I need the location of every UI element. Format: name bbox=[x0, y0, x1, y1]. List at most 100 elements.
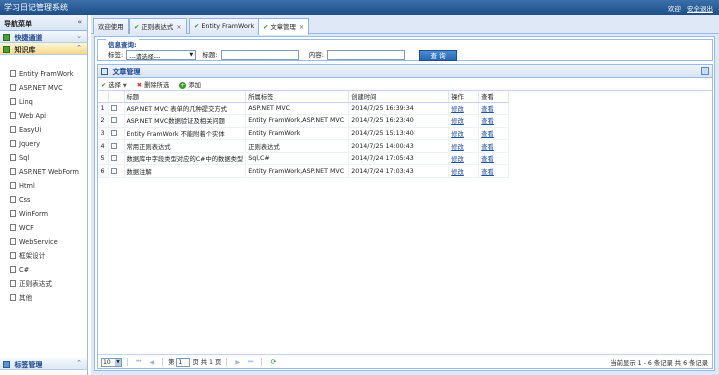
close-icon[interactable]: × bbox=[299, 23, 304, 31]
view-link[interactable]: 查看 bbox=[481, 156, 494, 163]
table-row[interactable]: 3 Entity FramWork 不能附着个实体 Entity FramWor… bbox=[98, 127, 510, 141]
edit-link[interactable]: 修改 bbox=[451, 118, 464, 125]
category-item[interactable]: WinForm bbox=[10, 207, 87, 221]
refresh-icon[interactable]: ⟳ bbox=[270, 358, 276, 366]
edit-link[interactable]: 修改 bbox=[451, 131, 464, 138]
view-cell: 查看 bbox=[478, 102, 510, 116]
category-label: Web Api bbox=[19, 112, 46, 120]
document-icon bbox=[10, 98, 16, 105]
table-row[interactable]: 1 ASP.NET MVC 表单的几种提交方式 ASP.NET MVC 2014… bbox=[98, 102, 510, 116]
collapse-sidebar-icon[interactable]: « bbox=[77, 18, 82, 26]
tab-entity-framwork[interactable]: ✔Entity FramWork× bbox=[189, 18, 268, 34]
header-user-area: 欢迎 安全退出 bbox=[664, 3, 713, 13]
row-checkbox[interactable] bbox=[110, 129, 117, 136]
maximize-icon[interactable] bbox=[701, 67, 709, 75]
welcome-text: 欢迎 bbox=[667, 5, 681, 13]
logout-link[interactable]: 安全退出 bbox=[687, 5, 713, 13]
panel-tag-management[interactable]: 标签管理 ⌃ bbox=[0, 358, 87, 370]
category-item[interactable]: WebService bbox=[10, 235, 87, 249]
category-item[interactable]: Jquery bbox=[10, 137, 87, 151]
checkbox-header bbox=[108, 91, 125, 103]
row-checkbox[interactable] bbox=[110, 167, 117, 174]
tab-article-management[interactable]: ✔ 文章管理 × bbox=[258, 18, 310, 35]
article-table: 标题 所属标签 创建时间 操作 查看 1 ASP.NET MVC 表单的几种提交… bbox=[98, 91, 510, 179]
title-input[interactable] bbox=[220, 50, 299, 60]
category-item[interactable]: ASP.NET WebForm bbox=[10, 165, 87, 179]
row-number: 5 bbox=[98, 152, 109, 166]
content-input[interactable] bbox=[327, 50, 405, 60]
tag-select[interactable]: ---请选择--- ▼ bbox=[126, 50, 197, 61]
add-button[interactable]: + 添加 bbox=[179, 80, 201, 89]
article-grid-panel: 文章管理 ✔ 选择 ▼ ✖ 删除所选 + 添加 标题 所属标签 创建时间 操作 … bbox=[97, 64, 713, 369]
row-checkbox[interactable] bbox=[110, 117, 117, 124]
row-checkbox[interactable] bbox=[110, 142, 117, 149]
next-page-icon[interactable]: ▶ bbox=[235, 359, 240, 366]
delete-icon: ✖ bbox=[136, 82, 143, 89]
column-header[interactable]: 标题 bbox=[124, 91, 247, 103]
last-page-icon[interactable]: ⏭ bbox=[248, 358, 253, 366]
close-icon[interactable]: × bbox=[176, 23, 181, 31]
tab-welcome[interactable]: 欢迎使用 bbox=[93, 18, 129, 34]
edit-link[interactable]: 修改 bbox=[451, 156, 464, 163]
query-row: 标签: ---请选择--- ▼ 标题: 内容: 查 询 bbox=[108, 49, 458, 61]
edit-link[interactable]: 修改 bbox=[451, 106, 464, 113]
action-cell: 修改 bbox=[448, 114, 480, 128]
view-link[interactable]: 查看 bbox=[481, 144, 494, 151]
category-label: Sql bbox=[19, 154, 30, 162]
edit-link[interactable]: 修改 bbox=[451, 144, 464, 151]
category-item[interactable]: 其他 bbox=[10, 291, 87, 305]
tab-regex[interactable]: ✔ 正则表达式 × bbox=[129, 18, 187, 34]
category-item[interactable]: C# bbox=[10, 263, 87, 277]
panel-knowledge-base[interactable]: 知识库 ⌃ bbox=[0, 43, 87, 55]
view-link[interactable]: 查看 bbox=[481, 169, 494, 176]
delete-selected-button[interactable]: ✖ 删除所选 bbox=[137, 80, 169, 89]
category-item[interactable]: Sql bbox=[10, 151, 87, 165]
category-item[interactable]: 正则表达式 bbox=[10, 277, 87, 291]
view-link[interactable]: 查看 bbox=[481, 106, 494, 113]
title-label: 标题: bbox=[202, 51, 218, 59]
search-button[interactable]: 查 询 bbox=[419, 49, 458, 61]
chevron-down-icon[interactable]: ⌄ bbox=[76, 32, 82, 40]
table-row[interactable]: 2 ASP.NET MVC数据验证及相关问题 Entity FramWork,A… bbox=[98, 114, 510, 128]
row-number: 3 bbox=[98, 127, 109, 141]
category-item[interactable]: EasyUi bbox=[10, 123, 87, 137]
tab-label: Entity FramWork bbox=[201, 22, 255, 30]
view-link[interactable]: 查看 bbox=[481, 118, 494, 125]
category-item[interactable]: Linq bbox=[10, 95, 87, 109]
row-checkbox[interactable] bbox=[110, 104, 117, 111]
column-header[interactable]: 所属标签 bbox=[245, 91, 350, 103]
table-row[interactable]: 6 数据注解 Entity FramWork,ASP.NET MVC 2014/… bbox=[98, 164, 510, 179]
edit-link[interactable]: 修改 bbox=[451, 169, 464, 176]
document-icon bbox=[10, 280, 16, 287]
category-item[interactable]: Entity FramWork bbox=[10, 67, 87, 81]
chevron-up-icon[interactable]: ⌃ bbox=[76, 44, 82, 52]
view-cell: 查看 bbox=[478, 164, 510, 179]
check-icon: ✔ bbox=[101, 82, 107, 89]
pager-separator bbox=[226, 358, 228, 366]
document-icon bbox=[10, 252, 16, 259]
tag-select-value: ---请选择--- bbox=[129, 54, 161, 61]
pager-separator bbox=[261, 358, 263, 366]
category-item[interactable]: WCF bbox=[10, 221, 87, 235]
main-area: 欢迎使用 ✔正则表达式× ✔Entity FramWork× ✔文章管理× 信息… bbox=[91, 15, 719, 375]
column-header[interactable]: 创建时间 bbox=[348, 91, 450, 103]
page-number-input[interactable]: 1 bbox=[176, 357, 191, 367]
prev-page-icon[interactable]: ◀ bbox=[149, 359, 154, 366]
table-row[interactable]: 5 数据库中字段类型对应的C#中的数据类型 Sql,C# 2014/7/24 1… bbox=[98, 152, 510, 166]
chevron-up-icon[interactable]: ⌃ bbox=[76, 359, 82, 367]
first-page-icon[interactable]: ⏮ bbox=[136, 358, 141, 366]
category-label: C# bbox=[19, 266, 30, 274]
category-item[interactable]: Css bbox=[10, 193, 87, 207]
select-button[interactable]: ✔ 选择 ▼ bbox=[101, 80, 127, 89]
category-item[interactable]: Html bbox=[10, 179, 87, 193]
panel-quick-access[interactable]: 快捷通道 ⌄ bbox=[0, 31, 87, 43]
tab-label: 欢迎使用 bbox=[98, 23, 124, 31]
panel-quick-access-icon bbox=[3, 34, 10, 41]
category-item[interactable]: Web Api bbox=[10, 109, 87, 123]
page-size-select[interactable]: 10 ▼ bbox=[101, 357, 122, 367]
category-item[interactable]: 框架设计 bbox=[10, 249, 87, 263]
view-link[interactable]: 查看 bbox=[481, 131, 494, 138]
row-checkbox[interactable] bbox=[110, 155, 117, 162]
table-row[interactable]: 4 常用正则表达式 正则表达式 2014/7/25 14:00:43 修改 查看 bbox=[98, 139, 510, 153]
category-item[interactable]: ASP.NET MVC bbox=[10, 81, 87, 95]
